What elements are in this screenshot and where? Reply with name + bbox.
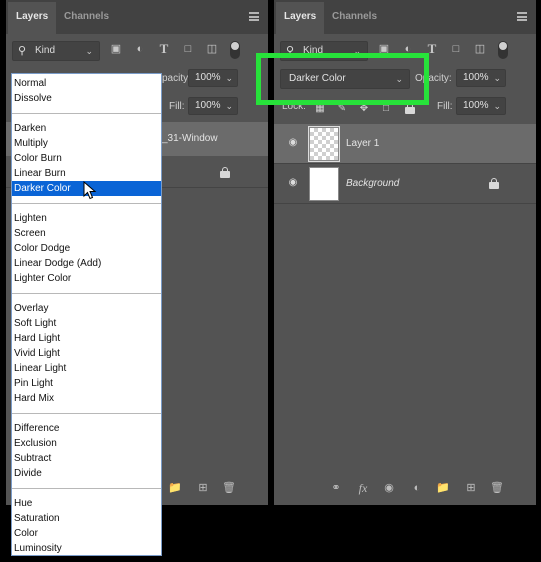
new-group-icon[interactable]: 📁 <box>436 481 450 495</box>
tab-channels[interactable]: Channels <box>324 2 385 34</box>
fill-field[interactable]: 100% ⌄ <box>456 97 506 115</box>
tab-layers[interactable]: Layers <box>8 2 57 34</box>
panel-menu-icon[interactable] <box>249 12 259 21</box>
opacity-value: 100% <box>463 72 489 83</box>
opacity-field[interactable]: 100% ⌄ <box>456 69 506 87</box>
layer-name: Background <box>346 178 400 189</box>
blend-mode-option[interactable]: Color <box>12 526 161 541</box>
adjustment-layer-icon[interactable]: ◐ <box>410 481 424 495</box>
smart-object-filter-icon[interactable]: ◫ <box>206 43 218 55</box>
opacity-value: 100% <box>195 72 221 83</box>
blend-mode-option[interactable]: Darken <box>12 121 161 136</box>
blend-mode-option[interactable]: Lighten <box>12 211 161 226</box>
search-icon: ⚲ <box>18 45 27 57</box>
adjustment-filter-icon[interactable]: ◐ <box>134 43 146 55</box>
filter-toggle[interactable] <box>230 41 240 59</box>
chevron-down-icon: ⌄ <box>493 73 501 83</box>
chevron-down-icon: ⌄ <box>493 101 501 111</box>
blend-mode-option[interactable]: Subtract <box>12 451 161 466</box>
image-filter-icon[interactable]: ▣ <box>110 43 122 55</box>
panel-menu-icon[interactable] <box>517 12 527 21</box>
blend-mode-option[interactable]: Multiply <box>12 136 161 151</box>
fill-label: Fill: <box>437 101 453 112</box>
panel-tab-bar: Layers Channels <box>6 0 268 34</box>
layer-thumbnail <box>308 126 340 162</box>
new-layer-icon[interactable]: ⊞ <box>196 481 210 495</box>
visibility-eye-icon[interactable]: ◉ <box>286 178 300 188</box>
blend-mode-option[interactable]: Color Dodge <box>12 241 161 256</box>
smart-object-filter-icon[interactable]: ◫ <box>474 43 486 55</box>
fill-field[interactable]: 100% ⌄ <box>188 97 238 115</box>
menu-separator <box>12 203 161 204</box>
chevron-down-icon: ⌄ <box>225 73 233 83</box>
panel-footer: ⚭ fx ◉ ◐ 📁 ⊞ 🗑 <box>274 475 536 503</box>
shape-filter-icon[interactable]: □ <box>182 43 194 55</box>
opacity-label: pacity: <box>162 73 191 84</box>
blend-mode-dropdown: Normal Dissolve Darken Multiply Color Burn Li… <box>11 73 162 556</box>
blend-mode-option[interactable]: Dissolve <box>12 91 161 106</box>
blend-mode-option[interactable]: Vivid Light <box>12 346 161 361</box>
blend-mode-option[interactable]: Difference <box>12 421 161 436</box>
lock-icon <box>220 167 230 178</box>
menu-separator <box>12 488 161 489</box>
blend-mode-option[interactable]: Linear Light <box>12 361 161 376</box>
mouse-cursor-icon <box>83 181 97 200</box>
blend-mode-option[interactable]: Linear Burn <box>12 166 161 181</box>
filter-toggle[interactable] <box>498 41 508 59</box>
blend-mode-option[interactable]: Hue <box>12 496 161 511</box>
blend-mode-option[interactable]: Divide <box>12 466 161 481</box>
blend-mode-option[interactable]: Pin Light <box>12 376 161 391</box>
chevron-down-icon: ⌄ <box>85 46 93 56</box>
chevron-down-icon: ⌄ <box>225 101 233 111</box>
blend-mode-option[interactable]: Screen <box>12 226 161 241</box>
blend-mode-option[interactable]: Overlay <box>12 301 161 316</box>
tab-layers[interactable]: Layers <box>276 2 325 34</box>
blend-mode-option[interactable]: Saturation <box>12 511 161 526</box>
delete-layer-icon[interactable]: 🗑 <box>490 481 504 495</box>
layer-row-background[interactable]: ◉ Background <box>274 164 536 204</box>
opacity-field[interactable]: 100% ⌄ <box>188 69 238 87</box>
filter-kind-value: Kind <box>35 45 56 56</box>
fill-label: Fill: <box>169 101 185 112</box>
new-group-icon[interactable]: 📁 <box>168 481 182 495</box>
blend-mode-option[interactable]: Linear Dodge (Add) <box>12 256 161 271</box>
lock-icon <box>489 178 499 189</box>
blend-mode-option[interactable]: Lighter Color <box>12 271 161 286</box>
blend-mode-option[interactable]: Hard Mix <box>12 391 161 406</box>
layer-thumbnail <box>309 167 339 201</box>
menu-separator <box>12 293 161 294</box>
layer-name: Layer 1 <box>346 138 380 149</box>
blend-mode-option[interactable]: Color Burn <box>12 151 161 166</box>
layer-style-fx-icon[interactable]: fx <box>356 481 370 495</box>
menu-separator <box>12 413 161 414</box>
blend-mode-option[interactable]: Luminosity <box>12 541 161 555</box>
blend-mode-option[interactable]: Hard Light <box>12 331 161 346</box>
tab-channels[interactable]: Channels <box>56 2 117 34</box>
link-layers-icon[interactable]: ⚭ <box>329 481 343 495</box>
type-filter-icon[interactable]: T <box>158 42 170 55</box>
layer-row-layer-1[interactable]: ◉ Layer 1 <box>274 124 536 164</box>
blend-mode-option[interactable]: Exclusion <box>12 436 161 451</box>
menu-separator <box>12 113 161 114</box>
highlight-box <box>256 53 429 105</box>
blend-mode-option[interactable]: Soft Light <box>12 316 161 331</box>
fill-value: 100% <box>195 100 221 111</box>
shape-filter-icon[interactable]: □ <box>450 43 462 55</box>
fill-value: 100% <box>463 100 489 111</box>
new-layer-icon[interactable]: ⊞ <box>464 481 478 495</box>
visibility-eye-icon[interactable]: ◉ <box>286 138 300 148</box>
blend-mode-option[interactable]: Normal <box>12 76 161 91</box>
add-mask-icon[interactable]: ◉ <box>382 481 396 495</box>
filter-kind-select[interactable]: ⚲ Kind ⌄ <box>12 41 100 61</box>
panel-tab-bar: Layers Channels <box>274 0 536 34</box>
layer-name: _31-Window <box>162 133 218 144</box>
delete-layer-icon[interactable]: 🗑 <box>222 481 236 495</box>
